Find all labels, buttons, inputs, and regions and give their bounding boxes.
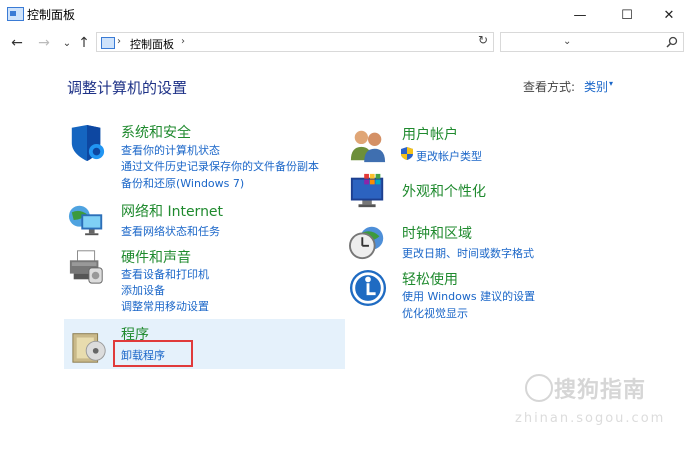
highlight-annotation-box xyxy=(113,340,193,367)
category-link[interactable]: 更改帐户类型 xyxy=(416,148,482,164)
maximize-button[interactable]: ☐ xyxy=(604,0,650,30)
printer-icon xyxy=(69,250,103,284)
title-bar: 控制面板 — ☐ ✕ xyxy=(0,0,692,30)
category-link[interactable]: 使用 Windows 建议的设置 xyxy=(402,288,535,304)
network-icon xyxy=(68,205,103,236)
breadcrumb-control-panel[interactable]: 控制面板 xyxy=(130,36,174,52)
category-ease-of-access: 轻松使用 使用 Windows 建议的设置 优化视觉显示 xyxy=(349,269,649,321)
category-programs: 程序 卸载程序 xyxy=(68,324,344,368)
view-by-dropdown[interactable]: 类别 xyxy=(584,78,608,95)
users-icon xyxy=(350,130,386,163)
category-link[interactable]: 查看网络状态和任务 xyxy=(121,223,220,239)
breadcrumb-separator[interactable]: › xyxy=(181,36,185,47)
category-link[interactable]: 优化视觉显示 xyxy=(402,305,468,321)
category-title[interactable]: 硬件和声音 xyxy=(121,247,191,267)
category-hardware-sound: 硬件和声音 查看设备和打印机 添加设备 调整常用移动设置 xyxy=(68,247,348,313)
category-network-internet: 网络和 Internet 查看网络状态和任务 xyxy=(68,201,348,241)
address-bar[interactable]: › 控制面板 › ⌄ xyxy=(96,32,571,52)
control-panel-icon xyxy=(7,7,24,21)
category-link[interactable]: 查看设备和打印机 xyxy=(121,266,209,282)
category-link[interactable]: 更改日期、时间或数字格式 xyxy=(402,245,534,261)
view-by-label: 查看方式: xyxy=(523,80,576,94)
page-title: 调整计算机的设置 xyxy=(67,79,188,97)
watermark-logo-icon xyxy=(525,374,553,402)
category-link[interactable]: 添加设备 xyxy=(121,282,165,298)
control-panel-icon xyxy=(101,37,115,49)
close-button[interactable]: ✕ xyxy=(646,0,692,30)
category-link[interactable]: 通过文件历史记录保存你的文件备份副本 xyxy=(121,158,319,174)
category-title[interactable]: 轻松使用 xyxy=(402,269,458,289)
category-clock-region: 时钟和区域 更改日期、时间或数字格式 xyxy=(349,223,649,263)
category-title[interactable]: 用户帐户 xyxy=(402,124,458,144)
category-title[interactable]: 外观和个性化 xyxy=(402,181,486,201)
category-title[interactable]: 网络和 Internet xyxy=(121,201,223,221)
minimize-button[interactable]: — xyxy=(557,0,603,30)
navigation-bar: ← → ⌄ ↑ › 控制面板 › ⌄ ↻ xyxy=(0,30,692,56)
category-title[interactable]: 系统和安全 xyxy=(121,122,191,142)
category-link[interactable]: 备份和还原(Windows 7) xyxy=(121,175,244,191)
clock-icon xyxy=(349,226,384,260)
watermark-text: 搜狗指南 xyxy=(554,378,647,403)
forward-button[interactable]: → xyxy=(34,33,54,53)
appearance-icon xyxy=(350,173,384,208)
back-button[interactable]: ← xyxy=(7,33,27,53)
watermark-url: zhinan.sogou.com xyxy=(515,411,666,426)
category-user-accounts: 用户帐户 更改帐户类型 xyxy=(349,126,649,166)
programs-icon xyxy=(72,333,106,363)
ease-of-access-icon xyxy=(349,269,387,307)
uac-shield-icon xyxy=(401,147,413,160)
search-icon[interactable] xyxy=(666,36,678,48)
category-appearance: 外观和个性化 xyxy=(349,172,649,212)
up-button[interactable]: ↑ xyxy=(74,33,94,53)
chevron-down-icon[interactable]: ▾ xyxy=(609,79,613,88)
category-title[interactable]: 时钟和区域 xyxy=(402,223,472,243)
category-link[interactable]: 调整常用移动设置 xyxy=(121,298,209,314)
category-link[interactable]: 查看你的计算机状态 xyxy=(121,142,220,158)
window-title: 控制面板 xyxy=(27,8,76,22)
category-system-security: 系统和安全 查看你的计算机状态 通过文件历史记录保存你的文件备份副本 备份和还原… xyxy=(68,124,348,194)
shield-icon xyxy=(71,124,105,162)
search-input[interactable] xyxy=(500,32,684,52)
breadcrumb-separator[interactable]: › xyxy=(117,36,121,47)
refresh-icon[interactable]: ↻ xyxy=(478,33,492,47)
